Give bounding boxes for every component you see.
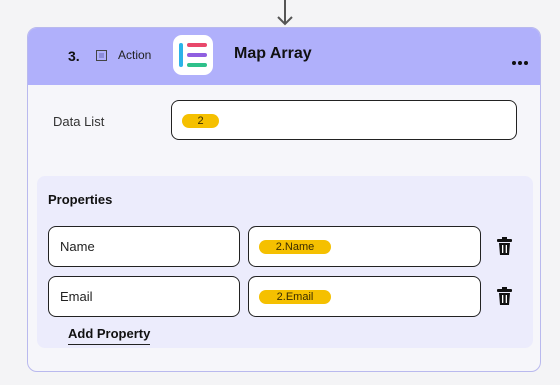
properties-heading: Properties xyxy=(48,192,113,207)
data-list-label: Data List xyxy=(53,114,105,129)
more-options-icon[interactable] xyxy=(512,52,530,70)
connector-arrow-icon xyxy=(277,0,293,26)
list-app-icon xyxy=(173,35,213,75)
property-value-token: 2.Name xyxy=(259,240,331,254)
property-name-field[interactable]: Name xyxy=(48,226,240,267)
step-header: 3. Action Map Array xyxy=(28,28,540,85)
data-list-token: 2 xyxy=(182,114,219,128)
delete-property-icon[interactable] xyxy=(497,287,512,305)
step-type-label: Action xyxy=(118,48,152,62)
add-property-button[interactable]: Add Property xyxy=(68,326,151,345)
step-title: Map Array xyxy=(234,45,312,62)
delete-property-icon[interactable] xyxy=(497,237,512,255)
properties-panel: Properties Name 2.Name Email 2.Email Add… xyxy=(37,176,533,348)
property-value-field[interactable]: 2.Name xyxy=(248,226,481,267)
step-number: 3. xyxy=(68,48,80,64)
property-value-field[interactable]: 2.Email xyxy=(248,276,481,317)
property-value-token: 2.Email xyxy=(259,290,331,304)
action-type-icon xyxy=(96,50,107,61)
property-name-field[interactable]: Email xyxy=(48,276,240,317)
data-list-field[interactable]: 2 xyxy=(171,100,517,140)
step-card: 3. Action Map Array Data List 2 Properti… xyxy=(27,27,541,372)
